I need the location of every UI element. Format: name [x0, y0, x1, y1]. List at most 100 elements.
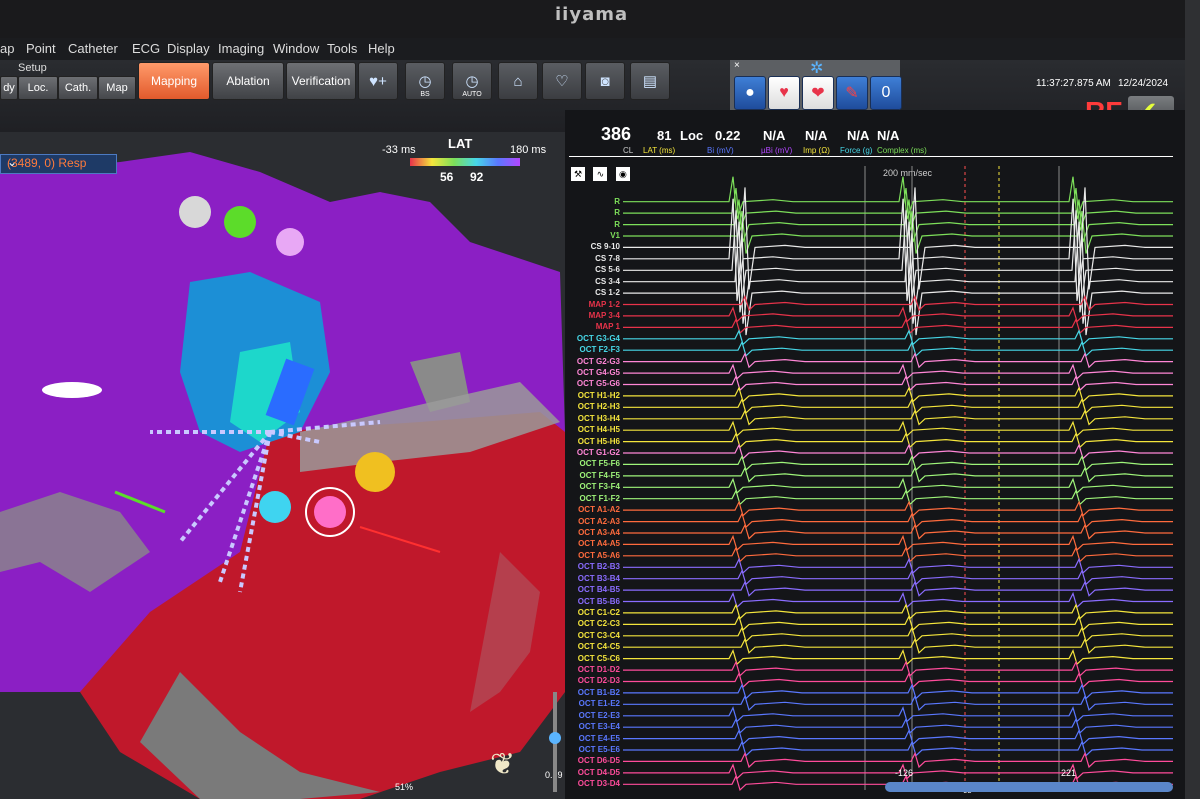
- cursor-left-value: -126: [895, 768, 914, 778]
- setup-tab-body[interactable]: dy: [0, 76, 18, 100]
- heart-orientation-icon[interactable]: ❦: [490, 747, 515, 782]
- egm-scrollbar[interactable]: [885, 782, 1173, 792]
- zero-button[interactable]: 0: [870, 76, 902, 110]
- egm-trace: [623, 420, 1173, 437]
- egm-trace: [623, 386, 1173, 403]
- catheter-tip-white: [179, 196, 211, 228]
- ablation-tag-yellow: [355, 452, 395, 492]
- pin-button[interactable]: ✎: [836, 76, 868, 110]
- egm-trace: [623, 466, 1173, 483]
- egm-trace: [623, 363, 1173, 380]
- lat-min: -33 ms: [382, 144, 416, 156]
- egm-trace: [623, 500, 1173, 517]
- heart-plus-icon[interactable]: ♥+: [358, 62, 398, 100]
- camera-icon[interactable]: ◙: [585, 62, 625, 100]
- egm-trace: [623, 683, 1173, 700]
- lat-hi: 92: [470, 170, 484, 184]
- egm-trace: [623, 351, 1173, 369]
- menu-window[interactable]: Window: [273, 41, 319, 56]
- menu-bar: ap Point Catheter ECG Display Imaging Wi…: [0, 38, 1185, 60]
- menu-map[interactable]: ap: [0, 41, 14, 56]
- egm-trace: [623, 534, 1173, 552]
- stopwatch-bs-button[interactable]: ◷ BS: [405, 62, 445, 100]
- egm-trace: [623, 626, 1173, 643]
- egm-trace: [623, 317, 1173, 335]
- heart-icon: ♥: [779, 84, 789, 101]
- double-heart-icon: ❤: [811, 85, 825, 102]
- egm-trace: [623, 569, 1173, 586]
- map-select-dropdown[interactable]: (3489, 0) Resp ⌄: [0, 154, 117, 174]
- catheter-electrode-pink: [276, 228, 304, 256]
- stopwatch-auto-button[interactable]: ◷ AUTO: [452, 62, 492, 100]
- menu-display[interactable]: Display: [167, 41, 210, 56]
- tab-mapping[interactable]: Mapping: [138, 62, 210, 100]
- setup-tab-map[interactable]: Map: [98, 76, 136, 100]
- catheter-electrode-green: [224, 206, 256, 238]
- heart-wave-icon[interactable]: ♡: [542, 62, 582, 100]
- heart-anatomy-render: [0, 152, 565, 799]
- egm-trace: [623, 443, 1173, 460]
- egm-trace: [623, 557, 1173, 575]
- egm-trace: [623, 637, 1173, 654]
- lat-lo: 56: [440, 170, 454, 184]
- egm-trace: [623, 397, 1173, 415]
- egm-trace: [623, 477, 1173, 495]
- setup-tab-loc[interactable]: Loc.: [18, 76, 58, 100]
- tilt-icon[interactable]: ⌂: [498, 62, 538, 100]
- ablation-tag-cyan: [259, 491, 291, 523]
- double-heart-button[interactable]: ❤: [802, 76, 834, 110]
- egm-trace: [623, 694, 1173, 712]
- auto-label: AUTO: [462, 91, 482, 98]
- egm-trace: [623, 340, 1173, 357]
- egm-trace: [623, 523, 1173, 540]
- egm-trace: [623, 706, 1173, 723]
- lat-color-scale[interactable]: -33 ms LAT 180 ms 56 92: [380, 136, 560, 196]
- egm-trace: [623, 489, 1173, 506]
- close-icon[interactable]: ×: [734, 60, 740, 71]
- menu-help[interactable]: Help: [368, 41, 395, 56]
- egm-trace: [623, 511, 1173, 529]
- egm-trace: [623, 751, 1173, 769]
- circle-select-button[interactable]: ●: [734, 76, 766, 110]
- gear-icon[interactable]: ✲: [810, 58, 823, 78]
- ablation-tag-pink: [314, 496, 346, 528]
- monitor-bezel-right: [1185, 0, 1200, 799]
- setup-tab-cath[interactable]: Cath.: [58, 76, 98, 100]
- date-readout: 12/24/2024: [1118, 78, 1169, 89]
- egm-trace: [623, 591, 1173, 609]
- screen-capture-icon[interactable]: ▤: [630, 62, 670, 100]
- tab-verification[interactable]: Verification: [286, 62, 356, 100]
- egm-trace: [623, 660, 1173, 677]
- chevron-down-icon: ⌄: [7, 155, 18, 169]
- egm-trace: [623, 409, 1173, 426]
- egm-trace: [623, 740, 1173, 757]
- setup-label: Setup: [18, 62, 47, 74]
- menu-point[interactable]: Point: [26, 41, 56, 56]
- egm-trace: [623, 306, 1173, 323]
- egm-trace: [623, 603, 1173, 620]
- cursor-right-value: 221: [1061, 768, 1077, 778]
- menu-imaging[interactable]: Imaging: [218, 41, 264, 56]
- lat-max: 180 ms: [510, 144, 547, 156]
- zoom-percent: 51%: [395, 782, 414, 792]
- egm-trace: [623, 614, 1173, 632]
- menu-ecg[interactable]: ECG: [132, 41, 160, 56]
- heart-select-button[interactable]: ♥: [768, 76, 800, 110]
- bs-label: BS: [420, 91, 430, 98]
- zoom-slider-thumb[interactable]: [549, 732, 561, 744]
- egm-traces: [623, 166, 1173, 792]
- pin-icon: ✎: [845, 85, 859, 102]
- egm-trace: [623, 717, 1173, 734]
- egm-trace: [623, 233, 1173, 336]
- lat-title: LAT: [448, 136, 473, 151]
- tab-ablation[interactable]: Ablation: [212, 62, 284, 100]
- menu-tools[interactable]: Tools: [327, 41, 357, 56]
- egm-trace: [623, 648, 1173, 666]
- landmark-marker: [42, 382, 102, 398]
- anatomy-map-view[interactable]: (3489, 0) Resp ⌄ -33 ms LAT 180 ms 56 92…: [0, 132, 565, 799]
- egm-trace: [623, 210, 1173, 313]
- egm-trace: [623, 728, 1173, 746]
- egm-trace: [623, 187, 1173, 290]
- mapping-app-screen: ap Point Catheter ECG Display Imaging Wi…: [0, 38, 1185, 799]
- menu-catheter[interactable]: Catheter: [68, 41, 118, 56]
